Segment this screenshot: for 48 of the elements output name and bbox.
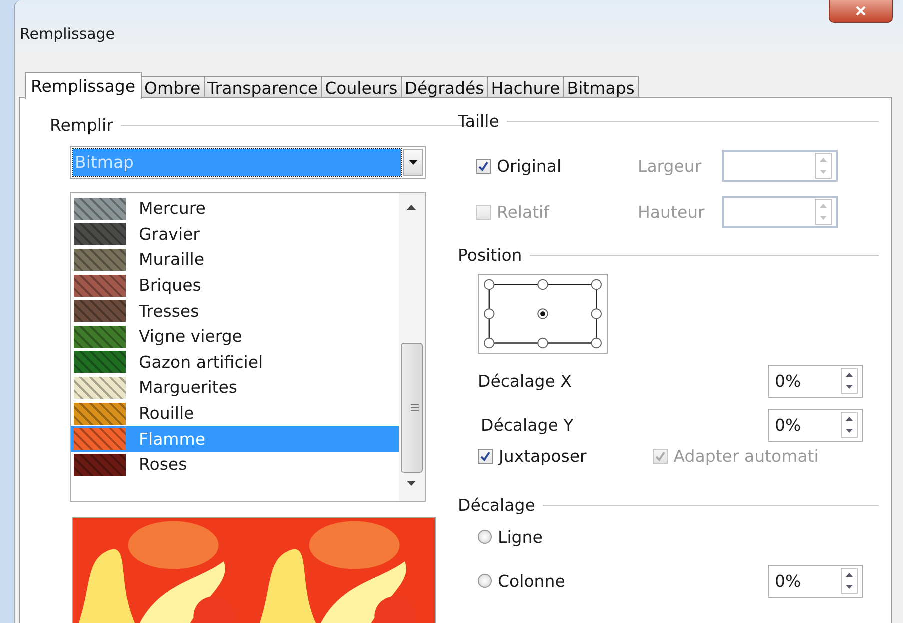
scroll-up-icon[interactable] [407,205,416,210]
checkbox-label: Original [497,156,562,176]
field-label: Hauteur [638,202,706,222]
tab[interactable]: Couleurs [321,76,402,99]
checkbox-label: Juxtaposer [499,446,587,466]
grip-icon [411,404,419,412]
section-title: Position [458,246,522,264]
bitmap-item[interactable]: Gazon artificiel [71,350,399,376]
checkbox-label: Relatif [497,202,550,222]
position-point[interactable] [538,308,548,320]
spin-buttons[interactable] [841,412,858,438]
window-title: Remplissage [20,25,116,43]
checkbox-label: Adapter automati [674,446,819,466]
bitmap-item[interactable]: Rouille [71,400,399,426]
bitmap-item[interactable]: Gravier [71,222,399,248]
bitmap-item[interactable]: Roses [71,452,399,478]
radio-label: Ligne [498,528,543,546]
bitmap-item[interactable]: Muraille [71,247,399,273]
bitmap-item[interactable]: Tresses [71,298,399,324]
tab[interactable]: Hachure [487,76,564,99]
scrollbar[interactable] [399,193,425,501]
number-field[interactable]: 0% [768,364,863,398]
field-label: Décalage X [478,372,572,390]
radio-button[interactable] [478,574,492,588]
close-icon [856,6,866,16]
bitmap-item[interactable]: Mercure [71,196,399,222]
checkbox[interactable] [478,448,493,464]
spin-buttons[interactable] [841,568,858,594]
radio-button[interactable] [478,530,492,544]
tab[interactable]: Bitmaps [563,76,639,99]
checkbox[interactable] [476,158,491,174]
field-label: Décalage Y [481,416,574,434]
bitmap-item[interactable]: Marguerites [71,375,399,401]
caret-icon [408,160,418,165]
scroll-down-icon[interactable] [407,481,416,486]
close-button[interactable] [829,0,893,23]
bitmap-item[interactable]: Vigne vierge [71,324,399,350]
tab[interactable]: Remplissage [25,72,142,99]
section-title: Taille [458,112,500,130]
bitmap-item[interactable]: Briques [71,272,399,298]
radio-label: Colonne [498,572,566,590]
number-field[interactable]: 0% [768,564,863,598]
field-label: Largeur [638,156,703,176]
section-title: Remplir [50,116,114,134]
section-title: Décalage [458,496,536,514]
spin-buttons[interactable] [841,368,858,394]
number-field[interactable]: 0% [768,408,863,442]
tab[interactable]: Transparence [204,76,322,99]
